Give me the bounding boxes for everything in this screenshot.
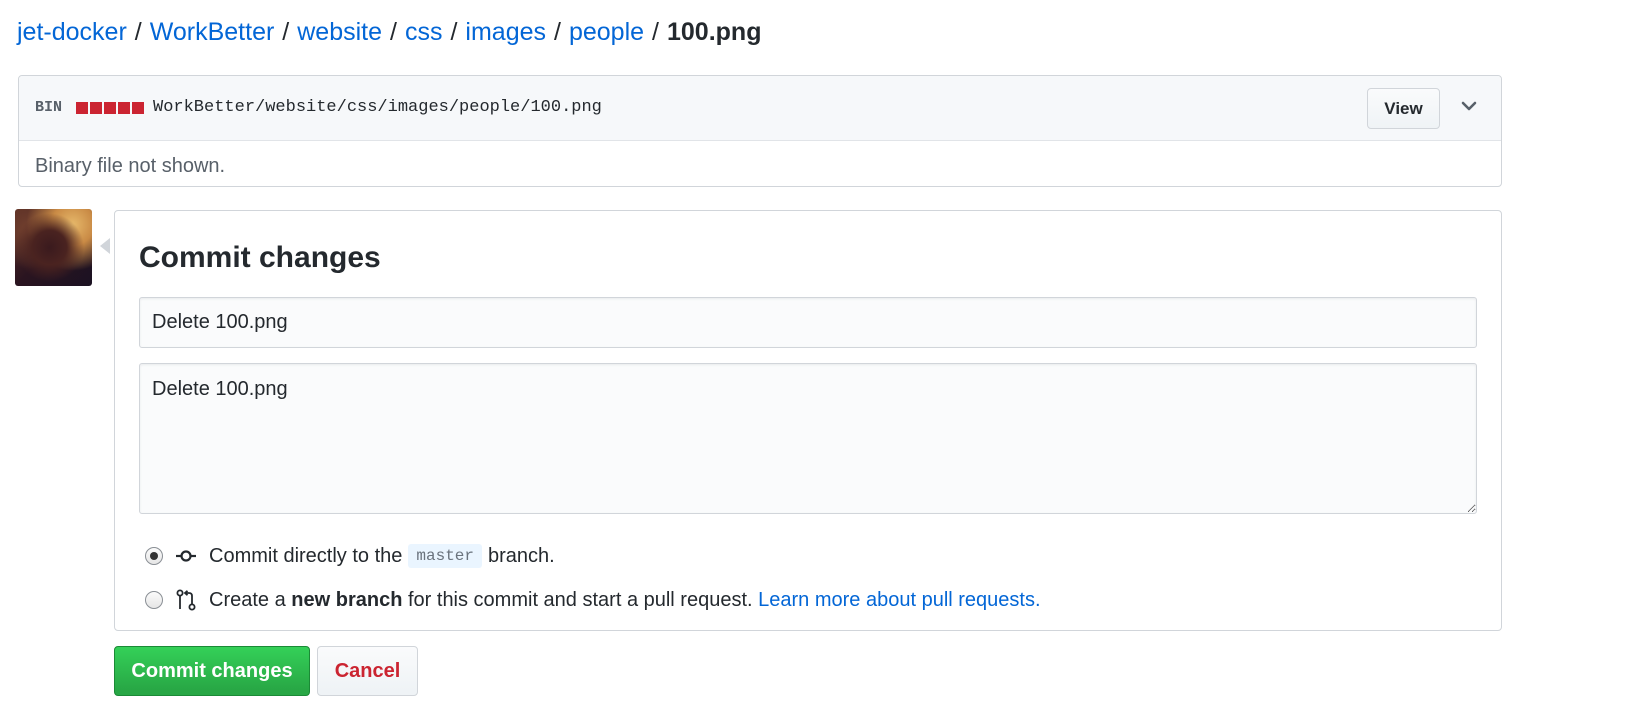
cancel-button[interactable]: Cancel [317,646,418,696]
git-commit-icon [175,545,197,567]
option-new-branch-prefix: Create a [209,588,286,611]
file-box: BIN WorkBetter/website/css/images/people… [18,75,1502,187]
breadcrumb-separator: / [134,18,142,46]
diff-block [132,102,144,114]
option-new-branch-bold: new branch [291,588,403,611]
breadcrumb-link-workbetter[interactable]: WorkBetter [150,18,275,46]
file-path: WorkBetter/website/css/images/people/100… [153,98,602,117]
bin-label: BIN [35,99,63,116]
radio-new-branch[interactable] [145,591,163,609]
breadcrumb-link-people[interactable]: people [569,18,644,46]
breadcrumb-current-file: 100.png [667,18,762,46]
file-body-message: Binary file not shown. [35,155,226,177]
chevron-down-icon[interactable] [1457,94,1481,118]
view-button[interactable]: View [1367,88,1440,129]
file-header: BIN WorkBetter/website/css/images/people… [19,76,1501,141]
avatar-pointer [100,238,110,254]
breadcrumb-separator: / [282,18,290,46]
branch-name-badge: master [408,544,482,568]
breadcrumb-link-website[interactable]: website [297,18,382,46]
option-commit-direct: Commit directly to the master branch. [145,541,555,571]
diff-block [90,102,102,114]
breadcrumb-link-images[interactable]: images [465,18,546,46]
diff-block [118,102,130,114]
breadcrumb-separator: / [652,18,659,46]
avatar [15,209,92,286]
breadcrumb-separator: / [554,18,561,46]
diff-stat-blocks [76,102,146,114]
git-pull-request-icon [175,589,197,611]
diff-block [104,102,116,114]
commit-form-title: Commit changes [139,241,381,274]
commit-changes-button[interactable]: Commit changes [114,646,310,696]
breadcrumb-separator: / [390,18,397,46]
breadcrumb-link-css[interactable]: css [405,18,443,46]
breadcrumb-separator: / [450,18,458,46]
breadcrumb-link-repo[interactable]: jet-docker [17,18,127,46]
breadcrumb: jet-docker / WorkBetter / website / css / images… [17,14,761,50]
commit-form: Commit changes Delete 100.png Commit dir… [114,210,1502,631]
diff-block [76,102,88,114]
option-new-branch: Create a new branch for this commit and … [145,585,1041,615]
option-direct-suffix: branch. [488,544,555,567]
learn-more-pull-requests-link[interactable]: Learn more about pull requests. [758,589,1040,612]
option-direct-prefix: Commit directly to the [209,544,403,567]
commit-summary-input[interactable] [139,297,1477,348]
commit-description-textarea[interactable]: Delete 100.png [139,363,1477,514]
radio-commit-direct[interactable] [145,547,163,565]
option-new-branch-suffix: for this commit and start a pull request… [407,588,753,611]
